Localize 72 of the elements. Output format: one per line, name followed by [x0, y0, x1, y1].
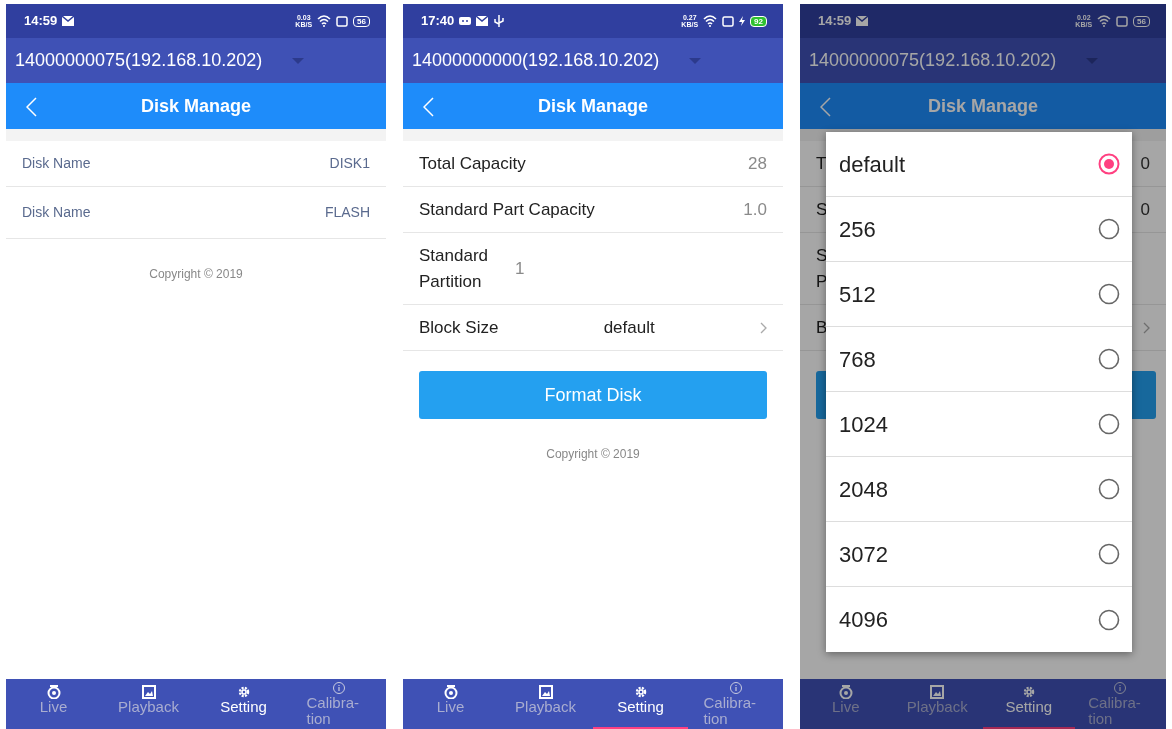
- page-title: Disk Manage: [140, 94, 251, 118]
- nav-tab[interactable]: Setting: [196, 679, 291, 729]
- row-value: default: [603, 316, 655, 339]
- radio-option[interactable]: default: [826, 132, 1132, 197]
- nav-tab[interactable]: Setting: [593, 679, 688, 729]
- wifi-icon: [317, 15, 332, 27]
- settings-icon: [633, 685, 648, 699]
- back-icon[interactable]: [423, 97, 434, 117]
- settings-icon: [1021, 685, 1036, 699]
- image-icon: [538, 685, 553, 699]
- radio-option[interactable]: 1024: [826, 392, 1132, 457]
- camera-icon: [443, 685, 458, 699]
- usb-icon: [493, 15, 506, 27]
- row-label: Standard Part Capacity: [419, 198, 595, 221]
- info-icon: [1113, 681, 1128, 695]
- row-label: Disk Name: [22, 203, 91, 222]
- mail-icon: [476, 15, 489, 27]
- row-value: 0: [1140, 152, 1150, 175]
- mail-icon: [856, 15, 869, 27]
- radio-option[interactable]: 2048: [826, 457, 1132, 522]
- row-value: FLASH: [324, 203, 370, 222]
- radio-option[interactable]: 256: [826, 197, 1132, 262]
- row-value: 28: [748, 152, 767, 175]
- back-icon[interactable]: [26, 97, 37, 117]
- row-label: Total Capacity: [419, 152, 526, 175]
- list-row[interactable]: Block Size default: [403, 305, 783, 351]
- battery-indicator: 56: [1133, 15, 1150, 27]
- copyright-text: Copyright © 2019: [148, 266, 244, 283]
- wifi-icon: [703, 15, 718, 27]
- chat-icon: [459, 15, 472, 27]
- battery-indicator: 92: [750, 15, 767, 27]
- square-icon: [336, 15, 349, 27]
- page-title: Disk Manage: [927, 94, 1038, 118]
- battery-indicator: 56: [353, 15, 370, 27]
- row-label: S P: [816, 245, 828, 293]
- wifi-icon: [1097, 15, 1112, 27]
- row-value: 1.0: [743, 198, 767, 221]
- status-time: 14:59: [24, 12, 58, 31]
- row-value: DISK1: [329, 154, 370, 173]
- row-label: T: [816, 152, 827, 175]
- radio-option[interactable]: 768: [826, 327, 1132, 392]
- chevron-right-icon: [760, 321, 767, 334]
- page-title: Disk Manage: [537, 94, 648, 118]
- dropdown-caret-icon[interactable]: [292, 57, 305, 64]
- camera-icon: [46, 685, 61, 699]
- square-icon: [722, 15, 735, 27]
- row-label: Standard Partition: [419, 245, 489, 293]
- row-value: 0: [1140, 198, 1150, 221]
- row-label: S: [816, 198, 828, 221]
- info-icon: [728, 681, 743, 695]
- nav-tab[interactable]: Setting: [983, 679, 1075, 729]
- row-label: Disk Name: [22, 154, 91, 173]
- status-time: 17:40: [421, 12, 455, 31]
- camera-icon: [838, 685, 853, 699]
- image-icon: [930, 685, 945, 699]
- image-icon: [141, 685, 156, 699]
- copyright-text: Copyright © 2019: [545, 446, 641, 463]
- square-icon: [1116, 15, 1129, 27]
- row-label: Block Size: [419, 316, 499, 339]
- info-icon: [331, 681, 346, 695]
- settings-icon: [236, 685, 251, 699]
- radio-option[interactable]: 512: [826, 262, 1132, 327]
- radio-option[interactable]: 4096: [826, 587, 1132, 652]
- row-label: B: [816, 316, 828, 339]
- radio-option[interactable]: 3072: [826, 522, 1132, 587]
- bolt-icon: [739, 16, 746, 26]
- back-icon[interactable]: [820, 97, 831, 117]
- row-value: 1: [515, 257, 525, 280]
- dropdown-caret-icon[interactable]: [689, 57, 702, 64]
- mail-icon: [62, 15, 75, 27]
- chevron-right-icon: [1143, 321, 1150, 334]
- status-time: 14:59: [818, 12, 852, 31]
